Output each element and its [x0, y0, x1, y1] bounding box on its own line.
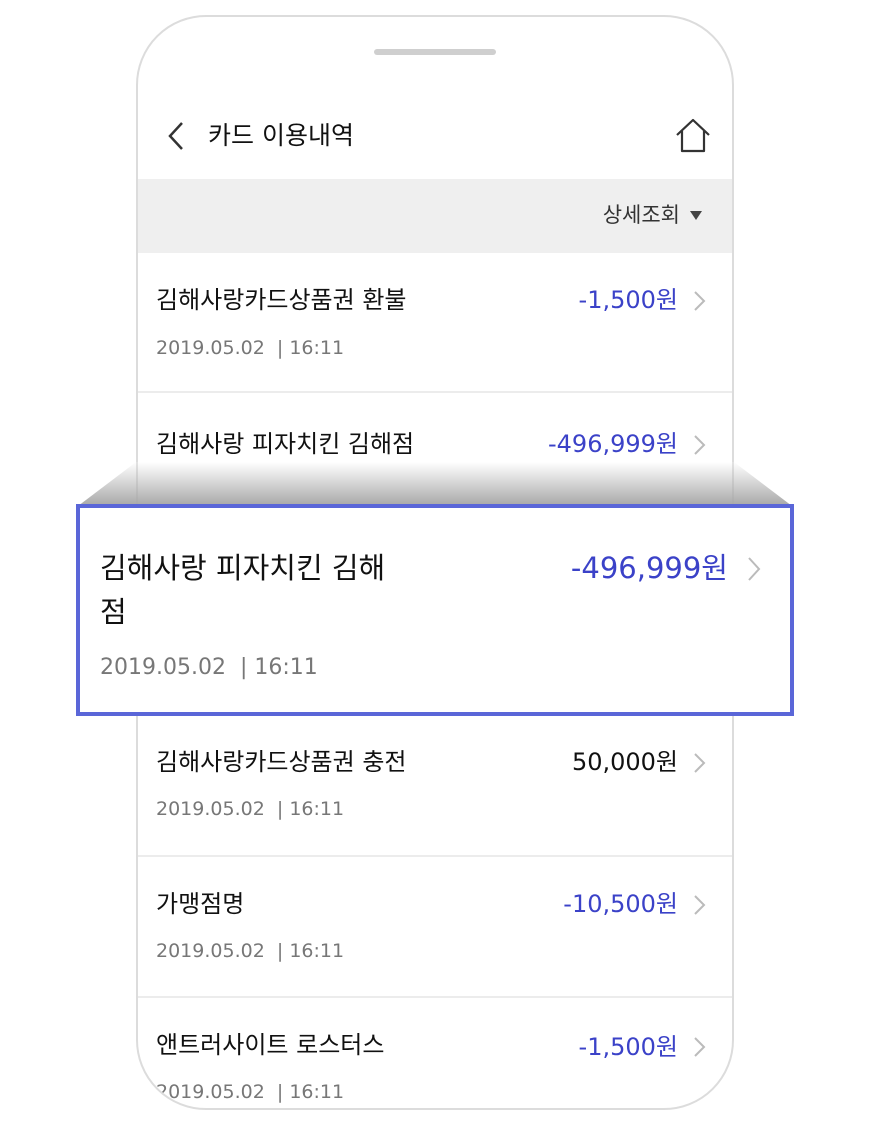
chevron-right-icon: [694, 895, 706, 915]
detail-filter-button[interactable]: 상세조회: [603, 200, 702, 230]
chevron-right-icon: [748, 557, 761, 581]
merchant-name: 가맹점명: [156, 890, 245, 918]
transaction-date: 2019.05.02: [156, 1081, 265, 1103]
transaction-date: 2019.05.02: [156, 940, 265, 962]
transaction-row[interactable]: 김해사랑카드상품권 충전 50,000원 2019.05.02 | 16:11: [138, 717, 732, 855]
highlight-merchant-name: 김해사랑 피자치킨 김해점: [100, 551, 386, 629]
transaction-amount: -1,500원: [578, 286, 678, 314]
transaction-time: 16:11: [289, 337, 345, 359]
chevron-right-icon: [694, 291, 706, 311]
chevron-right-icon: [694, 1037, 706, 1057]
back-arrow-icon[interactable]: [164, 119, 188, 153]
chevron-right-icon: [694, 435, 706, 455]
transaction-date: 2019.05.02: [156, 337, 265, 359]
transaction-row[interactable]: 앤트러사이트 로스터스 -1,500원 2019.05.02 | 16:11: [138, 998, 732, 1108]
phone-speaker: [374, 49, 496, 55]
filter-bar: 상세조회: [138, 179, 732, 253]
detail-filter-label: 상세조회: [602, 203, 680, 227]
highlight-amount: -496,999원: [570, 551, 728, 585]
transaction-time: 16:11: [289, 798, 345, 820]
transaction-datetime: 2019.05.02 | 16:11: [156, 337, 345, 359]
transaction-amount: 50,000원: [571, 748, 678, 776]
transaction-amount: -496,999원: [548, 430, 678, 458]
page-title: 카드 이용내역: [208, 121, 354, 150]
merchant-name: 김해사랑 피자치킨 김해점: [156, 430, 415, 458]
chevron-right-icon: [694, 753, 706, 773]
merchant-name: 김해사랑카드상품권 충전: [156, 748, 407, 776]
zoom-shadow: [78, 462, 792, 506]
highlight-date: 2019.05.02: [100, 655, 226, 680]
highlight-datetime: 2019.05.02 | 16:11: [100, 655, 318, 680]
home-icon[interactable]: [674, 115, 712, 155]
top-navigation: 카드 이용내역: [138, 107, 732, 167]
merchant-name: 앤트러사이트 로스터스: [156, 1031, 385, 1059]
transaction-amount: -1,500원: [578, 1033, 678, 1061]
dropdown-triangle-icon: [690, 210, 702, 220]
transaction-time: 16:11: [289, 940, 345, 962]
highlighted-transaction-card[interactable]: 김해사랑 피자치킨 김해점 -496,999원 2019.05.02 | 16:…: [76, 504, 794, 716]
transaction-datetime: 2019.05.02 | 16:11: [156, 798, 345, 820]
highlight-time: 16:11: [254, 655, 318, 680]
transaction-datetime: 2019.05.02 | 16:11: [156, 940, 345, 962]
transaction-row[interactable]: 가맹점명 -10,500원 2019.05.02 | 16:11: [138, 857, 732, 996]
transaction-amount: -10,500원: [563, 890, 678, 918]
transaction-date: 2019.05.02: [156, 798, 265, 820]
transaction-row[interactable]: 김해사랑카드상품권 환불 -1,500원 2019.05.02 | 16:11: [138, 253, 732, 391]
transaction-datetime: 2019.05.02 | 16:11: [156, 1081, 345, 1103]
merchant-name: 김해사랑카드상품권 환불: [156, 286, 407, 314]
transaction-time: 16:11: [289, 1081, 345, 1103]
